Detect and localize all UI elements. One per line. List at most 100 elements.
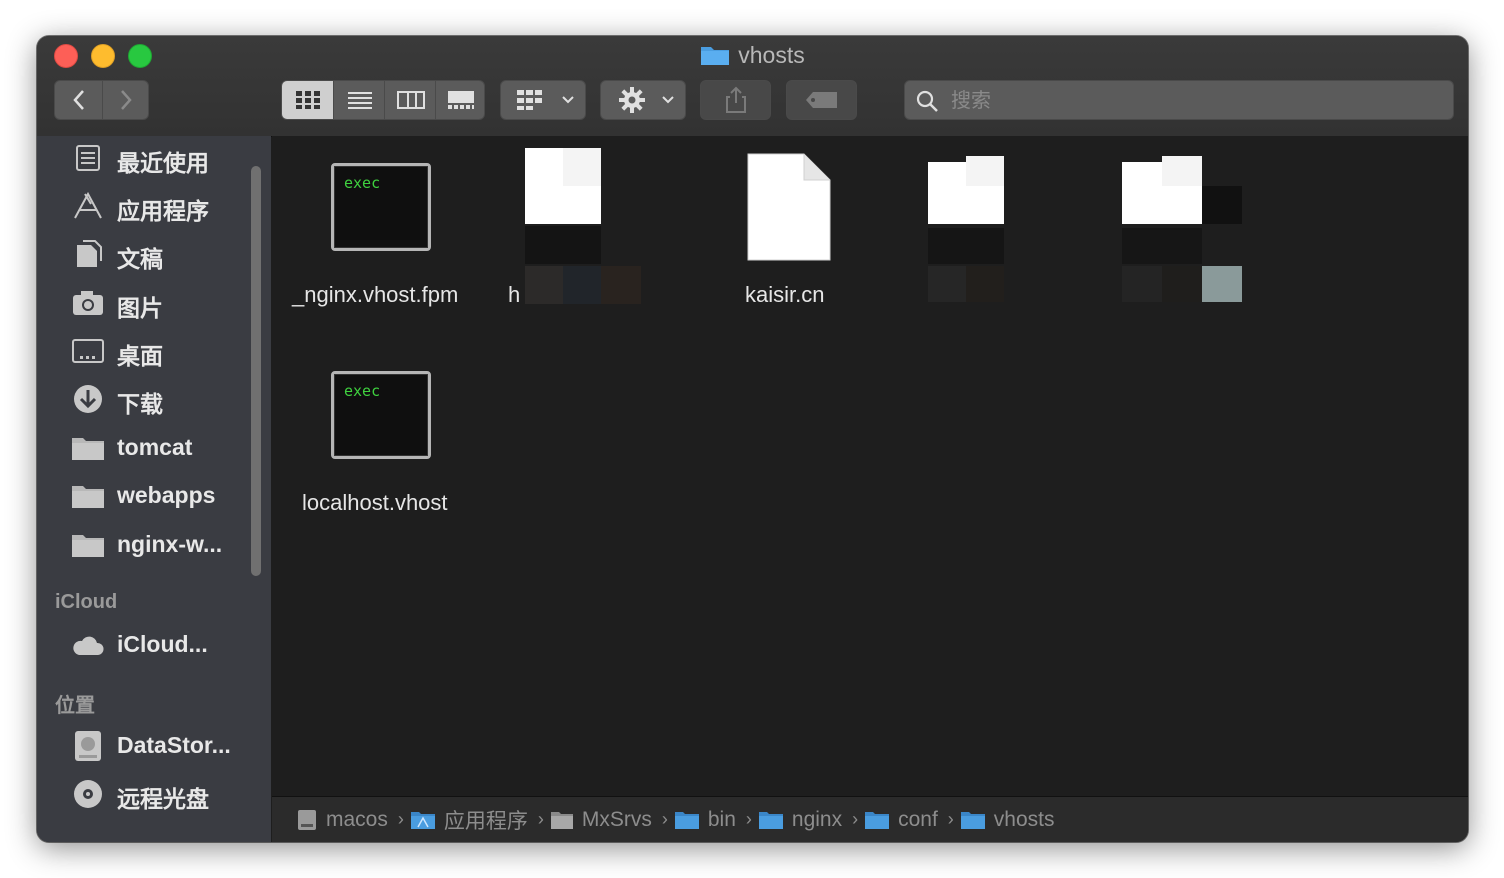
blurred-file-icon	[525, 148, 641, 304]
downloads-icon	[70, 382, 106, 416]
folder-icon	[758, 810, 784, 830]
path-item-label: vhosts	[993, 807, 1055, 831]
sidebar-item-nginx[interactable]: nginx-w...	[37, 523, 271, 567]
folder-icon	[550, 810, 574, 830]
search-input[interactable]	[949, 85, 1443, 117]
sidebar-item-recents[interactable]: 最近使用	[37, 136, 271, 180]
applications-icon	[70, 189, 106, 223]
sidebar-item-label: 远程光盘	[117, 786, 209, 812]
search-field[interactable]	[904, 80, 1454, 120]
list-icon	[347, 92, 372, 109]
path-item-bin[interactable]: bin ›	[674, 808, 752, 832]
path-item-conf[interactable]: conf ›	[864, 808, 954, 832]
sidebar-item-icloud-drive[interactable]: iCloud...	[37, 623, 271, 667]
sidebar-item-tomcat[interactable]: tomcat	[37, 426, 271, 470]
documents-icon	[70, 237, 106, 271]
action-button[interactable]	[600, 80, 686, 120]
sidebar-item-documents[interactable]: 文稿	[37, 232, 271, 276]
file-name: h	[508, 282, 521, 307]
sidebar-item-desktop[interactable]: 桌面	[37, 329, 271, 373]
icon-grid-icon	[295, 91, 320, 109]
pictures-icon	[70, 286, 106, 320]
file-item[interactable]: kaisir.cn	[712, 136, 892, 336]
folder-icon	[700, 43, 730, 65]
desktop-icon	[70, 334, 106, 368]
group-by-button[interactable]	[500, 80, 586, 120]
path-item-applications[interactable]: 应用程序 ›	[410, 805, 544, 835]
sidebar-item-label: DataStor...	[117, 732, 231, 758]
window-title: vhosts	[37, 40, 1468, 70]
share-button[interactable]	[700, 80, 771, 120]
sidebar-item-webapps[interactable]: webapps	[37, 474, 271, 518]
path-item-mxsrvs[interactable]: MxSrvs ›	[550, 808, 668, 832]
exec-label: exec	[344, 174, 381, 192]
path-item-label: bin	[707, 807, 736, 831]
file-item[interactable]: exec localhost.vhost	[272, 344, 492, 544]
chevron-down-icon	[657, 81, 679, 119]
column-view-button[interactable]	[384, 81, 436, 119]
chevron-right-icon	[120, 90, 132, 110]
sidebar-item-applications[interactable]: 应用程序	[37, 184, 271, 228]
exec-label: exec	[344, 382, 381, 400]
sidebar-item-pictures[interactable]: 图片	[37, 281, 271, 325]
window-title-text: vhosts	[738, 42, 805, 68]
path-item-label: MxSrvs	[581, 807, 652, 831]
icon-view-button[interactable]	[282, 81, 333, 119]
recents-icon	[70, 141, 106, 175]
optical-disc-icon	[70, 777, 106, 811]
title-bar: vhosts	[37, 36, 1468, 137]
finder-window: vhosts 搜索 最近使用 应用程序 文稿 图片 桌面 下载 tomcat w…	[37, 36, 1468, 842]
sidebar: 最近使用 应用程序 文稿 图片 桌面 下载 tomcat webapps ngi…	[37, 136, 271, 842]
gear-icon	[615, 81, 649, 119]
gallery-view-button[interactable]	[435, 81, 486, 119]
chevron-left-icon	[72, 90, 84, 110]
forward-button[interactable]	[102, 81, 149, 119]
back-button[interactable]	[55, 81, 103, 119]
folder-icon	[674, 810, 700, 830]
tag-button[interactable]	[786, 80, 857, 120]
sidebar-item-label: 文稿	[117, 246, 163, 272]
path-item-label: conf	[898, 807, 938, 831]
folder-icon	[70, 479, 106, 513]
sidebar-section-locations: 位置	[55, 695, 95, 717]
exec-file-icon: exec	[331, 371, 431, 459]
sidebar-item-downloads[interactable]: 下载	[37, 377, 271, 421]
sidebar-scrollbar[interactable]	[251, 166, 261, 576]
sidebar-item-remote-disc[interactable]: 远程光盘	[37, 772, 271, 816]
file-item[interactable]	[912, 136, 1072, 336]
folder-icon	[70, 431, 106, 465]
hard-drive-icon	[296, 808, 318, 832]
tag-icon	[787, 81, 856, 119]
cloud-icon	[70, 628, 106, 662]
share-icon	[701, 81, 770, 119]
sidebar-item-label: 下载	[117, 391, 163, 417]
folder-icon	[960, 810, 986, 830]
sidebar-item-label: 最近使用	[117, 150, 209, 176]
file-item[interactable]	[1108, 136, 1308, 336]
path-item-vhosts[interactable]: vhosts	[960, 808, 1055, 832]
sidebar-section-icloud: iCloud	[55, 591, 118, 613]
path-item-nginx[interactable]: nginx ›	[758, 808, 858, 832]
chevron-down-icon	[557, 81, 579, 119]
search-icon	[916, 90, 938, 112]
document-icon	[746, 152, 832, 267]
file-item[interactable]: exec _nginx.vhost.fpm	[272, 136, 492, 336]
path-item-label: nginx	[791, 807, 843, 831]
file-name: localhost.vhost	[302, 490, 448, 515]
list-view-button[interactable]	[333, 81, 385, 119]
sidebar-item-label: 图片	[117, 295, 163, 321]
path-bar: macos › 应用程序 › MxSrvs › bin › nginx › co…	[272, 796, 1468, 842]
sidebar-item-label: 应用程序	[117, 198, 209, 224]
sidebar-item-label: iCloud...	[117, 631, 208, 657]
sidebar-item-label: nginx-w...	[117, 531, 223, 557]
blurred-file-icon	[1122, 152, 1242, 302]
sidebar-item-label: 桌面	[117, 343, 163, 369]
path-item-macos[interactable]: macos ›	[296, 808, 404, 832]
path-item-label: 应用程序	[443, 809, 528, 833]
blurred-file-icon	[928, 152, 1004, 302]
sidebar-item-datastore[interactable]: DataStor...	[37, 724, 271, 768]
file-name: _nginx.vhost.fpm	[292, 282, 459, 307]
view-mode-group	[281, 80, 485, 120]
path-item-label: macos	[326, 807, 388, 831]
file-item[interactable]: h	[504, 136, 684, 336]
